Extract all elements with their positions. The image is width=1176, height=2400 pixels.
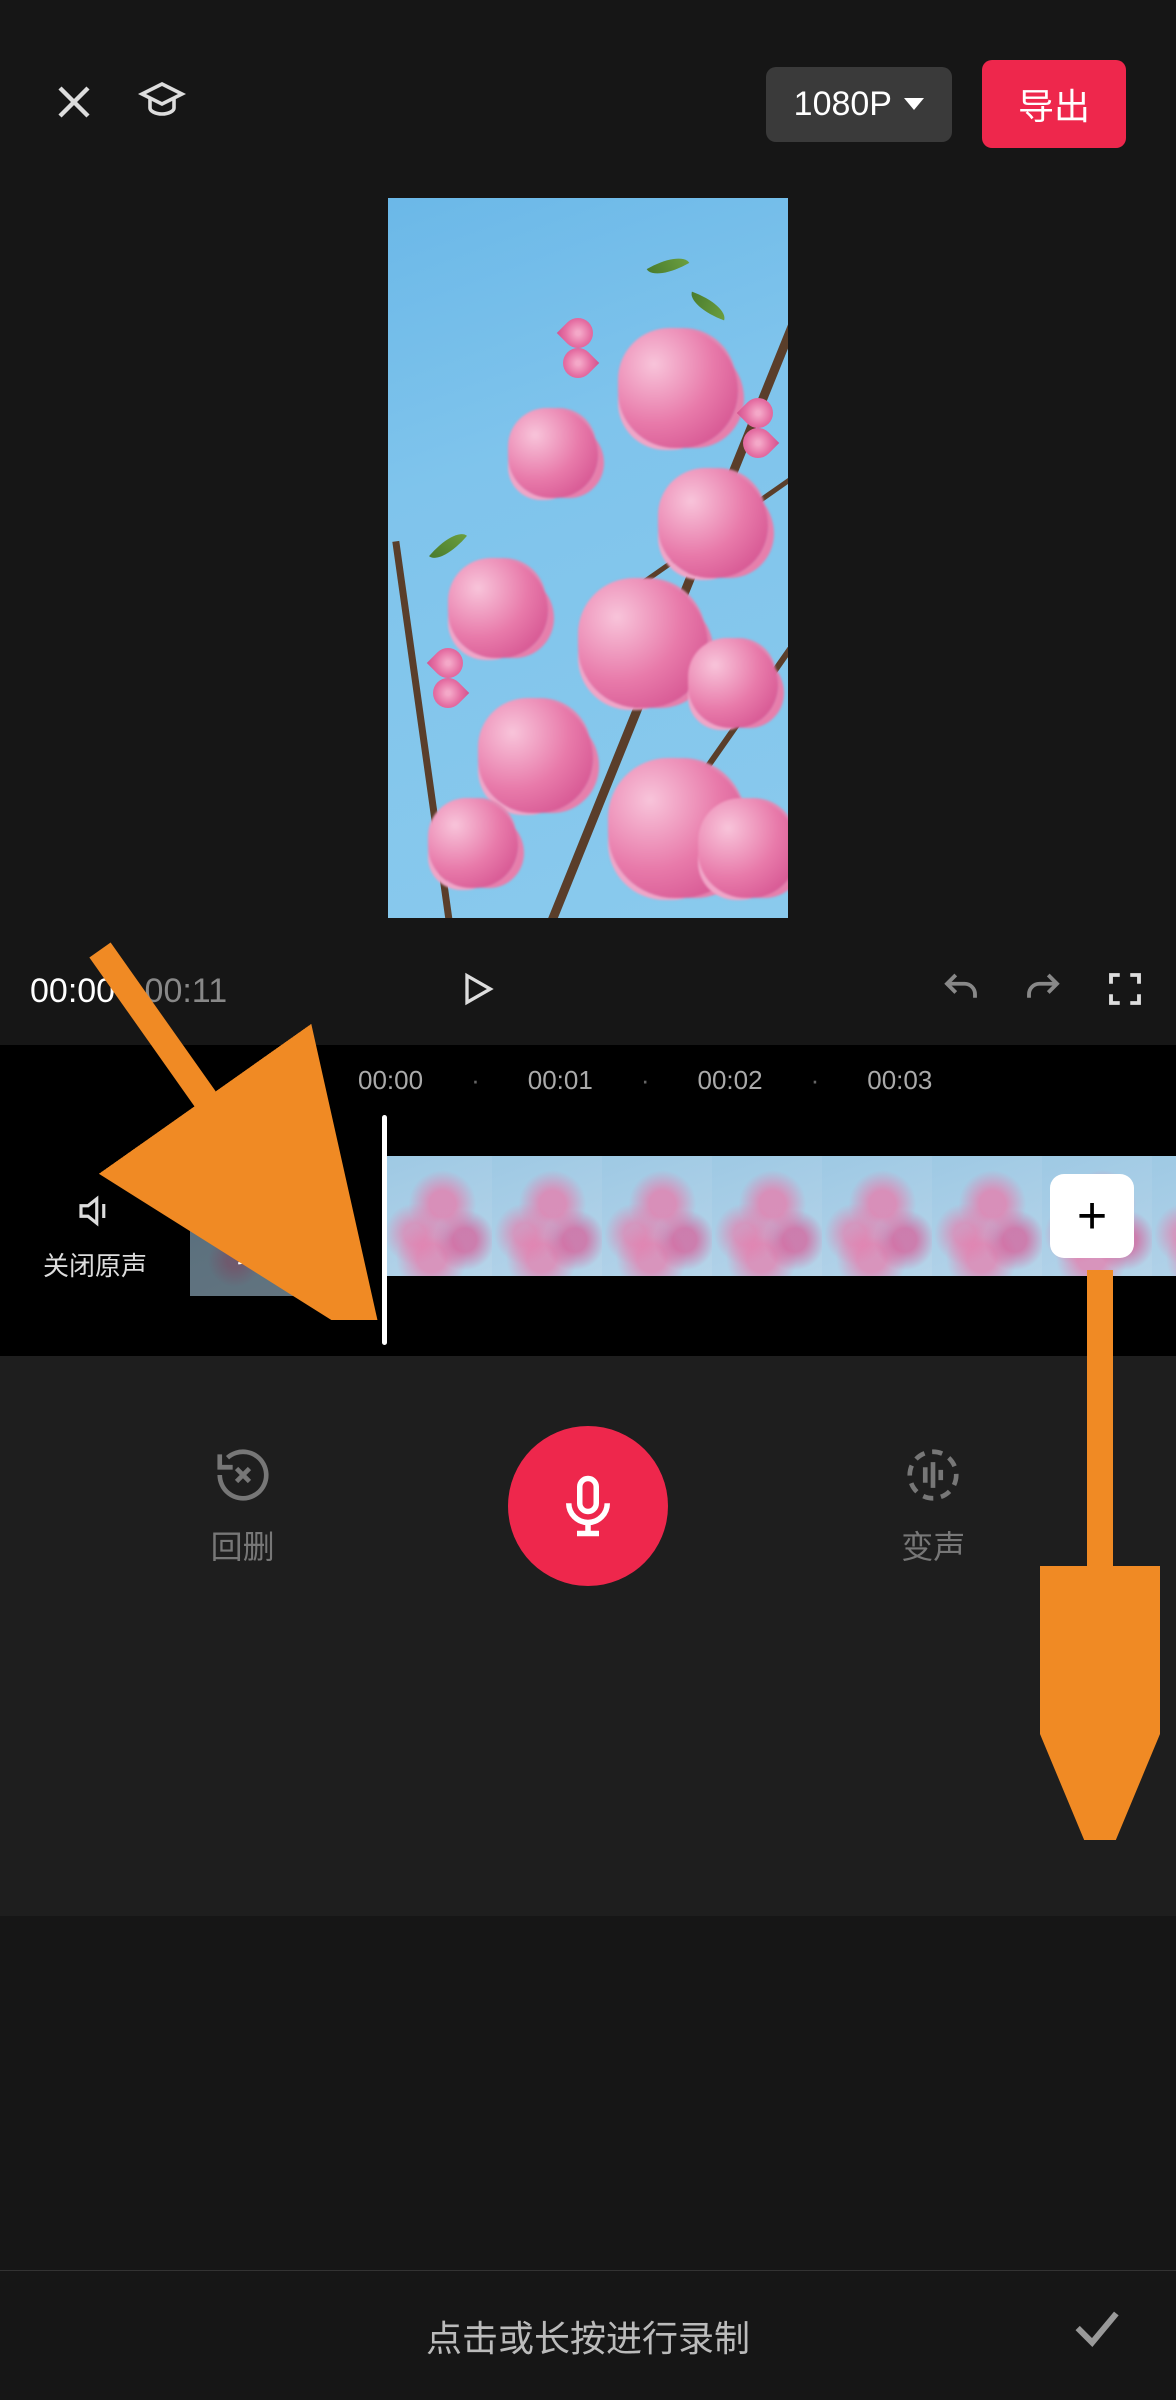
playback-controls: 00:00 / 00:11 [0, 948, 1176, 1045]
video-preview-frame[interactable] [388, 198, 788, 918]
tutorial-icon[interactable] [138, 78, 186, 131]
mute-original-audio-button[interactable]: 关闭原声 [0, 1190, 190, 1283]
play-icon[interactable] [457, 969, 497, 1014]
delete-label: 回删 [211, 1522, 275, 1568]
time-tick: 00:00 [358, 1065, 423, 1096]
timeline-track: 关闭原声 设置 封面 + [0, 1116, 1176, 1316]
record-hint: 点击或长按进行录制 [426, 2310, 750, 2362]
microphone-icon [555, 1473, 621, 1539]
current-time: 00:00 [30, 972, 115, 1011]
plus-icon: + [1077, 1186, 1107, 1246]
time-ruler[interactable]: 00:00 · 00:01 · 00:02 · 00:03 [0, 1045, 1176, 1116]
voice-change-button[interactable]: 变声 [833, 1444, 1033, 1568]
header-bar: 1080P 导出 [0, 0, 1176, 178]
record-button[interactable] [508, 1426, 668, 1586]
record-panel: 回删 变声 [0, 1356, 1176, 1916]
undo-icon[interactable] [940, 968, 982, 1015]
time-tick: 00:03 [867, 1065, 932, 1096]
close-icon[interactable] [50, 78, 98, 131]
check-icon [1068, 2299, 1126, 2357]
chevron-down-icon [904, 98, 924, 110]
time-display: 00:00 / 00:11 [30, 972, 227, 1011]
bottom-bar: 点击或长按进行录制 [0, 2270, 1176, 2400]
header-left-group [50, 78, 736, 131]
video-preview-area [0, 178, 1176, 948]
redo-icon[interactable] [1022, 968, 1064, 1015]
confirm-check-button[interactable] [1068, 2299, 1126, 2362]
resolution-selector[interactable]: 1080P [766, 67, 952, 142]
fullscreen-icon[interactable] [1104, 968, 1146, 1015]
time-tick: 00:01 [528, 1065, 593, 1096]
speaker-icon [70, 1190, 120, 1232]
total-time: 00:11 [145, 972, 228, 1011]
timeline-area: 00:00 · 00:01 · 00:02 · 00:03 关闭原声 设置 封面… [0, 1045, 1176, 1356]
cover-label: 设置 封面 [190, 1176, 340, 1296]
mute-label: 关闭原声 [43, 1246, 147, 1283]
delete-recording-button[interactable]: 回删 [143, 1444, 343, 1568]
voice-change-label: 变声 [901, 1522, 965, 1568]
add-clip-button[interactable]: + [1050, 1174, 1134, 1258]
playhead[interactable] [382, 1115, 387, 1345]
time-separator: / [125, 972, 134, 1011]
set-cover-button[interactable]: 设置 封面 [190, 1176, 340, 1296]
undo-delete-icon [212, 1444, 274, 1506]
export-button[interactable]: 导出 [982, 60, 1126, 148]
time-tick: 00:02 [698, 1065, 763, 1096]
resolution-label: 1080P [794, 85, 892, 124]
voice-change-icon [902, 1444, 964, 1506]
